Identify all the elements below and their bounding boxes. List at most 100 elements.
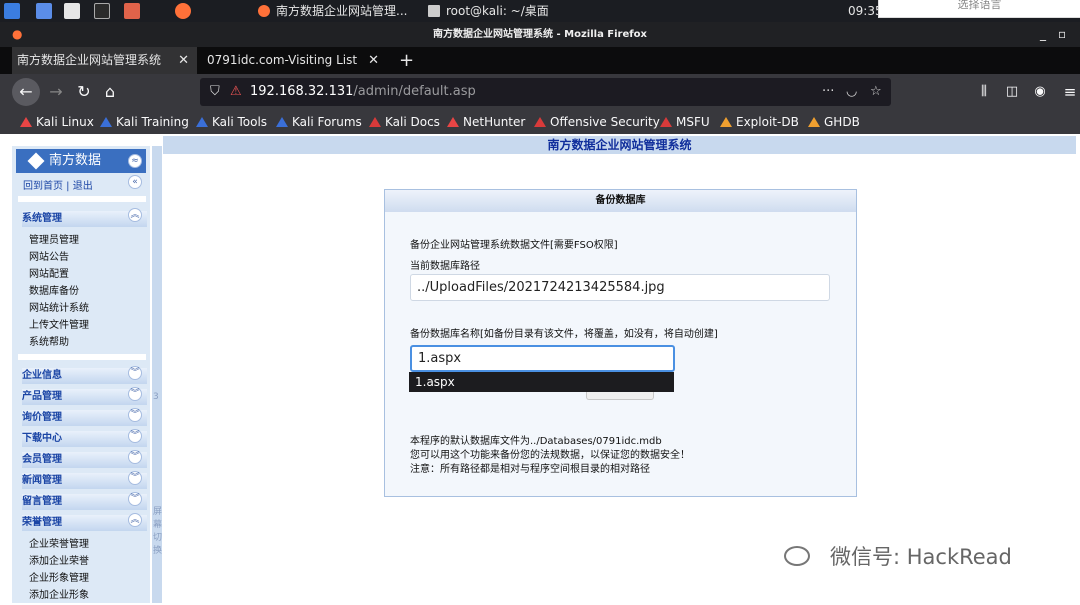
firefox-launcher-icon[interactable] — [124, 3, 140, 19]
bookmark-msfu[interactable]: MSFU — [660, 110, 710, 134]
maximize-button[interactable]: ▫ — [1058, 22, 1066, 47]
backup-database-panel: 备份数据库 备份企业网站管理系统数据文件[需要FSO权限] 当前数据库路径 ..… — [384, 189, 857, 497]
sidebar-item-image-manage[interactable]: 企业形象管理 — [29, 569, 89, 584]
library-icon[interactable]: ⫼ — [972, 78, 996, 106]
chevron-down-icon[interactable]: ︾ — [128, 429, 142, 443]
tab-visiting-list[interactable]: 0791idc.com-Visiting List ✕ — [202, 47, 387, 74]
bookmark-nethunter[interactable]: NetHunter — [447, 110, 525, 134]
nav-bar: ← → ↻ ⌂ ⛉ ⚠ 192.168.32.131/admin/default… — [0, 74, 1080, 110]
bookmark-kali-tools[interactable]: Kali Tools — [196, 110, 267, 134]
sidebar-splitter[interactable]: 3 屏幕切换 — [152, 146, 162, 603]
sidebar-item-honor-manage[interactable]: 企业荣誉管理 — [29, 535, 89, 550]
reload-button[interactable]: ↻ — [72, 78, 96, 106]
splitter-label: 屏幕切换 — [153, 507, 163, 556]
task-firefox[interactable]: 南方数据企业网站管理... — [254, 0, 407, 22]
kali-icon — [20, 117, 32, 127]
terminal-small-icon — [428, 5, 440, 17]
page-title: 南方数据企业网站管理系统 — [163, 136, 1076, 154]
panel-subtitle: 备份企业网站管理系统数据文件[需要FSO权限] — [410, 240, 618, 251]
terminal-icon[interactable] — [94, 3, 110, 19]
current-path-field[interactable]: ../UploadFiles/2021724213425584.jpg — [410, 274, 830, 301]
sidebar-item-honor-add[interactable]: 添加企业荣誉 — [29, 552, 89, 567]
sidebar-item-db-backup[interactable]: 数据库备份 — [29, 282, 79, 297]
autocomplete-suggestion[interactable]: 1.aspx — [409, 372, 674, 392]
chevron-down-icon[interactable]: ︾ — [128, 408, 142, 422]
sidebar-toggle-icon[interactable]: ◫ — [1000, 78, 1024, 106]
window-titlebar: ● 南方数据企业网站管理系统 - Mozilla Firefox _ ▫ — [0, 22, 1080, 47]
close-tab-icon[interactable]: ✕ — [178, 47, 189, 74]
bookmark-kali-linux[interactable]: Kali Linux — [20, 110, 94, 134]
backup-name-field[interactable]: 1.aspx — [410, 345, 675, 372]
exploit-db-icon — [720, 117, 732, 127]
task-terminal[interactable]: root@kali: ~/桌面 — [424, 0, 549, 22]
kali-icon — [196, 117, 208, 127]
bookmarks-toolbar: Kali Linux Kali Training Kali Tools Kali… — [0, 110, 1080, 134]
firefox-icon — [258, 5, 270, 17]
bookmark-ghdb[interactable]: GHDB — [808, 110, 860, 134]
show-desktop-icon[interactable] — [36, 3, 52, 19]
note-default-db: 本程序的默认数据库文件为../Databases/0791idc.mdb — [410, 436, 662, 447]
top-links[interactable]: 回到首页 | 退出 — [23, 177, 93, 192]
current-path-label: 当前数据库路径 — [410, 261, 480, 272]
divider — [18, 354, 146, 360]
file-manager-icon[interactable] — [64, 3, 80, 19]
backup-name-label: 备份数据库名称[如备份目录有该文件，将覆盖，如没有，将自动创建] — [410, 329, 718, 340]
bookmark-kali-training[interactable]: Kali Training — [100, 110, 189, 134]
extension-icon[interactable]: ◉ — [1028, 78, 1052, 106]
sidebar-item-image-add[interactable]: 添加企业形象 — [29, 586, 89, 601]
chevron-up-icon[interactable]: ︽ — [128, 513, 142, 527]
firefox-task-icon[interactable] — [175, 3, 191, 19]
sidebar-item-uploads[interactable]: 上传文件管理 — [29, 316, 89, 331]
forward-button[interactable]: → — [44, 78, 68, 106]
url-bar[interactable]: ⛉ ⚠ 192.168.32.131/admin/default.asp ···… — [200, 78, 891, 106]
exploit-db-icon — [808, 117, 820, 127]
chevron-down-icon[interactable]: ︾ — [128, 471, 142, 485]
note-relative-path: 注意：所有路径都是相对与程序空间根目录的相对路径 — [410, 464, 650, 475]
bookmark-exploit-db[interactable]: Exploit-DB — [720, 110, 799, 134]
nethunter-icon — [447, 117, 459, 127]
kali-icon — [276, 117, 288, 127]
bookmark-star-icon[interactable]: ☆ — [870, 78, 882, 106]
tracking-shield-icon[interactable]: ⛉ — [210, 78, 220, 106]
back-button[interactable]: ← — [12, 78, 40, 106]
chevron-down-icon[interactable]: ︾ — [128, 387, 142, 401]
chevron-up-icon[interactable]: ︽ — [128, 208, 142, 222]
pocket-icon[interactable]: ◡ — [846, 78, 857, 106]
collapse-icon[interactable]: ≈ — [128, 154, 142, 168]
tab-admin[interactable]: 南方数据企业网站管理系统 ✕ — [12, 47, 197, 74]
logo-icon — [27, 152, 45, 170]
sidebar-item-admins[interactable]: 管理员管理 — [29, 231, 79, 246]
window-title: 南方数据企业网站管理系统 - Mozilla Firefox — [433, 29, 647, 40]
splitter-number: 3 — [153, 392, 159, 402]
wechat-icon — [784, 546, 810, 566]
offsec-icon — [534, 117, 546, 127]
insecure-lock-icon[interactable]: ⚠ — [230, 78, 242, 106]
docs-icon — [369, 117, 381, 127]
sidebar-item-site-config[interactable]: 网站配置 — [29, 265, 69, 280]
bookmark-kali-forums[interactable]: Kali Forums — [276, 110, 362, 134]
sidebar-item-statistics[interactable]: 网站统计系统 — [29, 299, 89, 314]
sidebar-item-help[interactable]: 系统帮助 — [29, 333, 69, 348]
language-popup[interactable]: 选择语言 — [878, 0, 1080, 18]
chevron-down-icon[interactable]: ︾ — [128, 366, 142, 380]
divider — [18, 196, 146, 202]
minimize-button[interactable]: _ — [1040, 22, 1046, 47]
bookmark-offensive-security[interactable]: Offensive Security — [534, 110, 660, 134]
kali-icon — [100, 117, 112, 127]
offsec-icon — [660, 117, 672, 127]
chevron-down-icon[interactable]: ︾ — [128, 450, 142, 464]
sidebar-logo: 南方数据 ≈ — [16, 149, 146, 173]
url-text[interactable]: 192.168.32.131/admin/default.asp — [250, 78, 476, 106]
new-tab-button[interactable]: + — [394, 47, 414, 74]
collapse-left-icon[interactable]: « — [128, 175, 142, 189]
sidebar-item-announcements[interactable]: 网站公告 — [29, 248, 69, 263]
home-button[interactable]: ⌂ — [98, 78, 122, 106]
page-content: 南方数据企业网站管理系统 南方数据 ≈ 回到首页 | 退出 « 系统管理 ︽ 管… — [0, 134, 1080, 605]
menu-icon[interactable]: ≡ — [1060, 78, 1080, 106]
close-tab-icon[interactable]: ✕ — [368, 47, 379, 74]
note-backup-purpose: 您可以用这个功能来备份您的法规数据，以保证您的数据安全！ — [410, 450, 690, 461]
kali-menu-icon[interactable] — [4, 3, 20, 19]
chevron-down-icon[interactable]: ︾ — [128, 492, 142, 506]
bookmark-kali-docs[interactable]: Kali Docs — [369, 110, 440, 134]
page-actions-icon[interactable]: ··· — [822, 78, 834, 106]
